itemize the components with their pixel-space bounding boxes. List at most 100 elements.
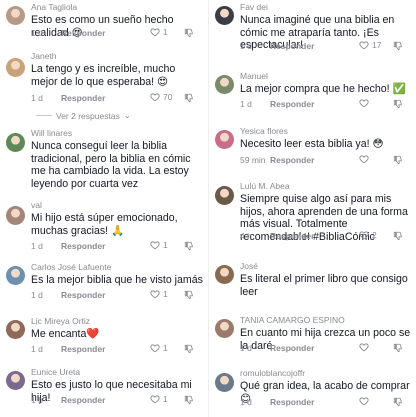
like-button[interactable] (359, 154, 372, 164)
avatar[interactable] (215, 186, 234, 205)
like-button[interactable]: 70 (150, 92, 172, 102)
comment-username[interactable]: José (240, 261, 258, 271)
avatar-image (215, 319, 234, 338)
like-button[interactable] (359, 396, 372, 406)
avatar[interactable] (6, 133, 25, 152)
avatar-image (6, 206, 25, 225)
like-button[interactable]: 1 (150, 27, 168, 37)
reply-button[interactable]: Responder (61, 241, 105, 251)
comment-username[interactable]: Will linares (31, 128, 72, 138)
heart-outline-icon[interactable] (359, 154, 369, 164)
reply-button[interactable]: Responder (61, 344, 105, 354)
heart-outline-icon[interactable] (150, 394, 160, 404)
comment-time: 59 min (240, 155, 266, 165)
comment-text: La mejor compra que he hecho! ✅ (240, 83, 406, 95)
comment-username[interactable]: Carlos José Lafuente (31, 262, 111, 272)
thumbs-down-icon[interactable] (393, 397, 403, 407)
comment-time: 1 d (31, 93, 43, 103)
avatar[interactable] (215, 265, 234, 284)
heart-outline-icon[interactable] (359, 230, 369, 240)
avatar[interactable] (215, 373, 234, 392)
reply-button[interactable]: Responder (61, 28, 105, 38)
thumbs-down-icon[interactable] (184, 241, 194, 251)
like-button[interactable]: 2 (359, 230, 377, 240)
thumbs-down-icon[interactable] (393, 155, 403, 165)
heart-outline-icon[interactable] (150, 27, 160, 37)
heart-outline-icon[interactable] (150, 92, 160, 102)
comment-text: Mi hijo está súper emocionado, muchas gr… (31, 212, 178, 237)
thumbs-down-icon[interactable] (184, 395, 194, 405)
thumbs-down-icon[interactable] (393, 41, 403, 51)
like-button[interactable] (359, 98, 372, 108)
avatar[interactable] (6, 58, 25, 77)
avatar-image (215, 75, 234, 94)
comment-meta: 1 d Responder (240, 41, 314, 51)
heart-outline-icon[interactable] (359, 98, 369, 108)
avatar[interactable] (6, 266, 25, 285)
thumbs-down-icon[interactable] (184, 290, 194, 300)
comment-username[interactable]: Ana Tagliola (31, 2, 77, 12)
like-button[interactable] (359, 342, 372, 352)
avatar[interactable] (6, 6, 25, 25)
comment-username[interactable]: TANIA CAMARGO ESPINO (240, 315, 345, 325)
heart-outline-icon[interactable] (359, 396, 369, 406)
like-count: 17 (372, 40, 382, 50)
comment-meta: 1 d Responder (240, 343, 314, 353)
comment-username[interactable]: Lic Mireya Ortiz (31, 316, 90, 326)
comment-username[interactable]: val (31, 200, 42, 210)
heart-outline-icon[interactable] (359, 342, 369, 352)
thumbs-down-icon[interactable] (184, 93, 194, 103)
comment-time: 1 d (240, 343, 252, 353)
view-replies-link[interactable]: Ver 2 respuestas ⌄ (36, 110, 131, 121)
thumbs-down-icon[interactable] (184, 344, 194, 354)
avatar[interactable] (215, 75, 234, 94)
like-button[interactable]: 1 (150, 240, 168, 250)
avatar[interactable] (6, 371, 25, 390)
comment-username[interactable]: Manuel (240, 71, 268, 81)
heart-outline-icon[interactable] (150, 289, 160, 299)
comment-time: 1 d (31, 290, 43, 300)
thumbs-down-icon[interactable] (393, 99, 403, 109)
thumbs-down-icon[interactable] (184, 28, 194, 38)
comment-meta: 59 min Responder (240, 155, 314, 165)
comment-username[interactable]: Eunice Ureta (31, 367, 80, 377)
comment-text: Es la mejor biblia que he visto jamás (31, 274, 203, 286)
like-count: 1 (163, 343, 168, 353)
reply-button[interactable]: Responder (270, 41, 314, 51)
like-button[interactable]: 1 (150, 343, 168, 353)
reply-button[interactable]: Responder (270, 343, 314, 353)
thumbs-down-icon[interactable] (393, 231, 403, 241)
heart-outline-icon[interactable] (150, 343, 160, 353)
reply-button[interactable]: Responder (270, 397, 314, 407)
comment-meta: 1 d Responder (31, 344, 105, 354)
heart-outline-icon[interactable] (150, 240, 160, 250)
avatar[interactable] (6, 206, 25, 225)
like-button[interactable]: 17 (359, 40, 381, 50)
reply-button[interactable]: Responder (270, 99, 314, 109)
comment-time: 1 d (240, 99, 252, 109)
avatar[interactable] (215, 130, 234, 149)
avatar-image (6, 58, 25, 77)
thumbs-down-icon[interactable] (393, 343, 403, 353)
avatar-image (6, 6, 25, 25)
reply-button[interactable]: Responder (270, 231, 314, 241)
like-button[interactable]: 1 (150, 289, 168, 299)
reply-button[interactable]: Responder (61, 290, 105, 300)
reply-button[interactable]: Responder (270, 155, 314, 165)
avatar-image (6, 266, 25, 285)
reply-button[interactable]: Responder (61, 93, 105, 103)
reply-button[interactable]: Responder (61, 395, 105, 405)
comment-text: Es literal el primer libro que consigo l… (240, 273, 408, 298)
like-button[interactable]: 1 (150, 394, 168, 404)
comment-username[interactable]: Fav dei (240, 2, 268, 12)
like-count: 1 (163, 240, 168, 250)
avatar[interactable] (215, 6, 234, 25)
comment-username[interactable]: Yesica flores (240, 126, 288, 136)
heart-outline-icon[interactable] (359, 40, 369, 50)
avatar[interactable] (6, 320, 25, 339)
comment-username[interactable]: Lulú M. Abea (240, 181, 290, 191)
comment-username[interactable]: Janeth (31, 51, 57, 61)
comment-username[interactable]: romuloblancojoffr (240, 368, 305, 378)
comment-meta: 4 h Responder (240, 231, 314, 241)
avatar[interactable] (215, 319, 234, 338)
